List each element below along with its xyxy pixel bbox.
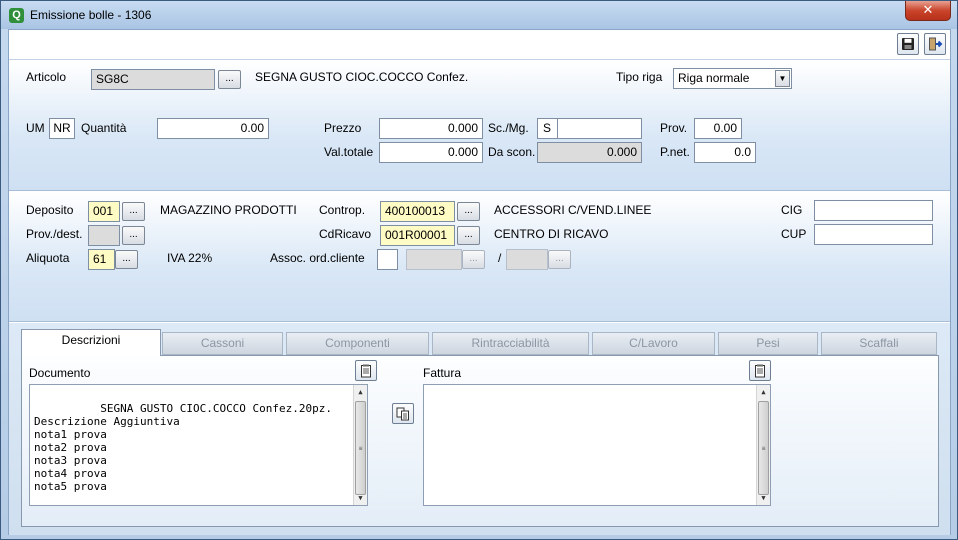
exit-door-icon: [929, 37, 943, 51]
tipo-riga-label: Tipo riga: [616, 70, 663, 84]
cup-label: CUP: [781, 227, 807, 241]
aliquota-description: IVA 22%: [167, 251, 213, 265]
assoc-ord-field-2: [506, 249, 548, 270]
floppy-disk-icon: [902, 38, 914, 50]
scmg-label: Sc./Mg.: [488, 121, 529, 135]
deposito-code-field[interactable]: 001: [88, 201, 120, 222]
pnet-label: P.net.: [660, 145, 690, 159]
window-title: Emissione bolle - 1306: [30, 8, 152, 22]
provdest-field[interactable]: [88, 225, 120, 246]
valtotale-label: Val.totale: [324, 145, 374, 159]
documento-textarea[interactable]: SEGNA GUSTO CIOC.COCCO Confez.20pz. Desc…: [29, 384, 368, 506]
scmg-flag-field[interactable]: S: [537, 118, 558, 139]
article-panel: Articolo SG8C ... SEGNA GUSTO CIOC.COCCO…: [9, 61, 950, 191]
close-button[interactable]: ✕: [905, 1, 951, 21]
dascon-field: 0.000: [537, 142, 642, 163]
provdest-label: Prov./dest.: [26, 227, 83, 241]
cig-label: CIG: [781, 203, 803, 217]
articolo-description: SEGNA GUSTO CIOC.COCCO Confez.: [255, 70, 469, 84]
cdricavo-lookup-button[interactable]: ...: [457, 226, 480, 245]
tab-cassoni[interactable]: Cassoni: [162, 332, 283, 355]
cig-field[interactable]: [814, 200, 933, 221]
deposito-lookup-button[interactable]: ...: [122, 202, 145, 221]
chevron-down-icon[interactable]: ▼: [775, 70, 790, 87]
prov-label: Prov.: [660, 121, 688, 135]
exit-button[interactable]: [924, 33, 946, 55]
quantita-field[interactable]: 0.00: [157, 118, 269, 139]
scroll-down-icon[interactable]: ▼: [354, 491, 367, 505]
window-content: Articolo SG8C ... SEGNA GUSTO CIOC.COCCO…: [8, 29, 951, 535]
deposito-label: Deposito: [26, 203, 74, 217]
tab-clavoro[interactable]: C/Lavoro: [592, 332, 715, 355]
save-button[interactable]: [897, 33, 919, 55]
fattura-textarea[interactable]: ▲ ≡ ▼: [423, 384, 771, 506]
main-window: Q Emissione bolle - 1306 ✕ Articolo SG8C…: [0, 0, 958, 540]
documento-text: SEGNA GUSTO CIOC.COCCO Confez.20pz. Desc…: [34, 402, 333, 493]
scroll-down-icon[interactable]: ▼: [757, 491, 770, 505]
assoc-ord-field-1: [406, 249, 462, 270]
notepad-icon: [755, 364, 765, 377]
prezzo-field[interactable]: 0.000: [379, 118, 483, 139]
tab-componenti[interactable]: Componenti: [286, 332, 429, 355]
fattura-scrollbar[interactable]: ▲ ≡ ▼: [756, 385, 770, 505]
articolo-code-field[interactable]: SG8C: [91, 69, 215, 90]
aliquota-label: Aliquota: [26, 251, 70, 265]
provdest-lookup-button[interactable]: ...: [122, 226, 145, 245]
scroll-up-icon[interactable]: ▲: [757, 385, 770, 399]
aliquota-lookup-button[interactable]: ...: [115, 250, 138, 269]
fattura-label: Fattura: [423, 366, 462, 380]
assoc-ord-lookup-button-2: ...: [548, 250, 571, 269]
fattura-notes-button[interactable]: [749, 360, 771, 381]
notepad-icon: [361, 364, 371, 377]
tipo-riga-select[interactable]: Riga normale ▼: [673, 68, 792, 89]
assoc-separator: /: [498, 251, 502, 265]
documento-scrollbar[interactable]: ▲ ≡ ▼: [353, 385, 367, 505]
app-logo-icon: Q: [9, 8, 24, 23]
cdricavo-description: CENTRO DI RICAVO: [494, 227, 609, 241]
articolo-lookup-button[interactable]: ...: [218, 70, 241, 89]
aliquota-code-field[interactable]: 61: [88, 249, 115, 270]
controp-label: Controp.: [319, 203, 366, 217]
cdricavo-code-field[interactable]: 001R00001: [380, 225, 455, 246]
prezzo-label: Prezzo: [324, 121, 362, 135]
cdricavo-label: CdRicavo: [319, 227, 372, 241]
copy-icon: [396, 407, 409, 420]
descrizioni-tab-content: Documento SEGNA GUSTO CIOC.COCCO Confez.…: [21, 355, 939, 527]
tipo-riga-value: Riga normale: [678, 71, 750, 85]
tab-rintracciabilita[interactable]: Rintracciabilità: [432, 332, 589, 355]
quantita-label: Quantità: [81, 121, 127, 135]
controp-lookup-button[interactable]: ...: [457, 202, 480, 221]
documento-notes-button[interactable]: [355, 360, 377, 381]
tab-scaffali[interactable]: Scaffali: [821, 332, 937, 355]
documento-label: Documento: [29, 366, 91, 380]
prov-field[interactable]: 0.00: [694, 118, 742, 139]
articolo-label: Articolo: [26, 70, 67, 84]
assoc-ord-lookup-button-1: ...: [462, 250, 485, 269]
scroll-up-icon[interactable]: ▲: [354, 385, 367, 399]
title-bar[interactable]: Q Emissione bolle - 1306 ✕: [1, 1, 957, 29]
pnet-field[interactable]: 0.0: [694, 142, 756, 163]
assoc-ord-cliente-label: Assoc. ord.cliente: [270, 251, 365, 265]
deposito-description: MAGAZZINO PRODOTTI: [160, 203, 297, 217]
tab-pesi[interactable]: Pesi: [718, 332, 818, 355]
dascon-label: Da scon.: [488, 145, 536, 159]
um-field[interactable]: NR: [49, 118, 75, 139]
cup-field[interactable]: [814, 224, 933, 245]
tab-descrizioni[interactable]: Descrizioni: [21, 329, 161, 356]
controp-description: ACCESSORI C/VEND.LINEE: [494, 203, 652, 217]
deposit-panel: Deposito 001 ... MAGAZZINO PRODOTTI Prov…: [9, 192, 950, 322]
copy-description-button[interactable]: [392, 403, 414, 424]
controp-code-field[interactable]: 400100013: [380, 201, 455, 222]
scroll-thumb[interactable]: ≡: [355, 401, 366, 495]
um-label: UM: [26, 121, 45, 135]
tabs-panel: Descrizioni Cassoni Componenti Rintracci…: [9, 323, 950, 535]
assoc-ord-checkbox[interactable]: [377, 249, 398, 270]
scroll-thumb[interactable]: ≡: [758, 401, 769, 495]
toolbar: [9, 30, 950, 60]
tab-strip: Descrizioni Cassoni Componenti Rintracci…: [21, 329, 939, 356]
scmg-value-field[interactable]: [557, 118, 642, 139]
valtotale-field[interactable]: 0.000: [379, 142, 483, 163]
